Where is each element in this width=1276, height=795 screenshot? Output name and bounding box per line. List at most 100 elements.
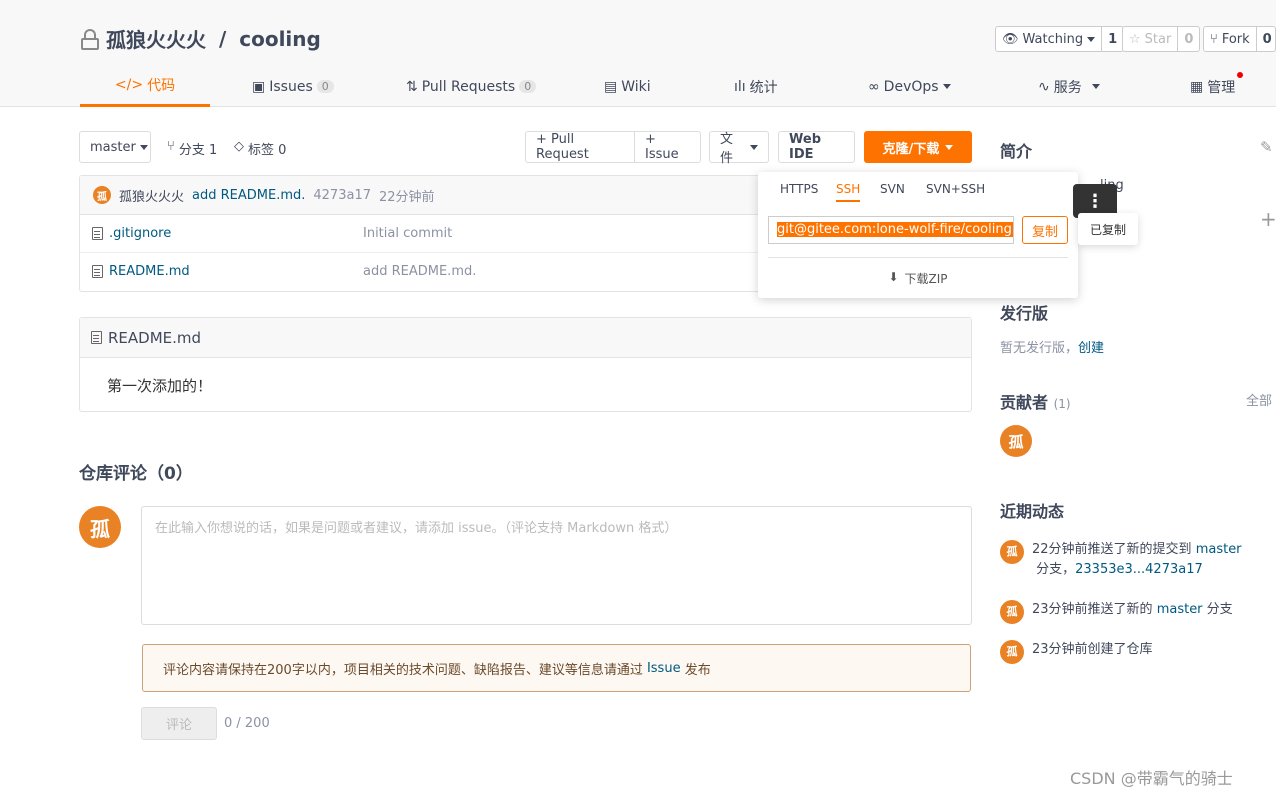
tab-svn-ssh[interactable]: SVN+SSH xyxy=(926,182,985,200)
star-button[interactable]: ☆ Star xyxy=(1123,27,1179,51)
repo-title: 孤狼火火火 / cooling xyxy=(80,24,321,53)
contributors-all-link[interactable]: 全部 xyxy=(1246,390,1272,409)
file-commit-message[interactable]: Initial commit xyxy=(363,226,452,241)
plus-icon[interactable]: + xyxy=(1260,207,1276,231)
pulse-icon: ∿ xyxy=(1038,78,1050,95)
char-counter: 0 / 200 xyxy=(224,716,270,731)
branch-link[interactable]: master xyxy=(1157,602,1203,617)
wiki-icon: ▤ xyxy=(604,78,618,95)
web-ide-button[interactable]: Web IDE xyxy=(778,131,855,163)
fork-button-group[interactable]: ⑂ Fork 0 xyxy=(1203,26,1276,52)
tab-pull-requests[interactable]: ⇅ Pull Requests 0 xyxy=(406,66,537,107)
list-item: 孤 23分钟前推送了新的 master 分支 xyxy=(1000,600,1270,624)
download-icon: ⬇ xyxy=(888,270,899,284)
contributors-count: (1) xyxy=(1053,397,1071,411)
release-title: 发行版 xyxy=(1000,304,1049,323)
file-commit-message[interactable]: add README.md. xyxy=(363,264,476,279)
fork-button[interactable]: ⑂ Fork xyxy=(1204,27,1257,51)
avatar[interactable]: 孤 xyxy=(93,186,111,204)
chevron-down-icon xyxy=(942,84,951,89)
readme-panel: README.md 第一次添加的！ xyxy=(79,317,972,412)
file-name-link[interactable]: README.md xyxy=(109,264,190,279)
lock-icon xyxy=(80,28,100,50)
repo-name-link[interactable]: cooling xyxy=(239,27,321,51)
tab-code[interactable]: </> 代码 xyxy=(80,66,210,107)
tab-wiki[interactable]: ▤ Wiki xyxy=(604,66,651,107)
new-issue-button[interactable]: + Issue xyxy=(634,131,701,163)
avatar[interactable]: 孤 xyxy=(1000,640,1024,664)
manage-icon: ▦ xyxy=(1190,78,1204,95)
chevron-down-icon xyxy=(139,144,148,150)
compare-link[interactable]: 23353e3...4273a17 xyxy=(1075,562,1203,577)
list-item: 孤 23分钟前创建了仓库 xyxy=(1000,640,1270,664)
branch-link[interactable]: master xyxy=(1196,542,1242,557)
avatar[interactable]: 孤 xyxy=(1000,540,1024,564)
watch-button-group[interactable]: 👁 Watching 1 xyxy=(995,26,1125,52)
commit-time: 22分钟前 xyxy=(378,189,435,205)
star-button-group[interactable]: ☆ Star 0 xyxy=(1122,26,1201,52)
commit-author[interactable]: 孤狼火火火 xyxy=(119,186,184,205)
watch-button[interactable]: 👁 Watching xyxy=(996,27,1103,51)
new-pull-request-button[interactable]: + Pull Request xyxy=(525,131,635,163)
tab-stats[interactable]: ılı 统计 xyxy=(734,66,778,107)
edit-icon[interactable]: ✎ xyxy=(1260,138,1273,156)
intro-title: 简介 xyxy=(1000,142,1033,161)
notification-dot xyxy=(1237,72,1244,78)
tab-https[interactable]: HTTPS xyxy=(780,182,818,200)
file-menu-button[interactable]: 文件 xyxy=(709,131,769,166)
clone-dropdown: HTTPS SSH SVN SVN+SSH git@gitee.com:lone… xyxy=(758,172,1078,298)
avatar[interactable]: 孤 xyxy=(1000,600,1024,624)
create-release-link[interactable]: 创建 xyxy=(1078,341,1104,356)
star-count[interactable]: 0 xyxy=(1178,27,1199,51)
activity-title: 近期动态 xyxy=(1000,502,1065,521)
code-icon: </> xyxy=(114,77,144,93)
clone-url-input[interactable]: git@gitee.com:lone-wolf-fire/cooling.git xyxy=(768,216,1014,244)
tab-devops[interactable]: ∞ DevOps xyxy=(868,66,951,107)
eye-icon: 👁 xyxy=(1002,31,1019,47)
bar-chart-icon: ılı xyxy=(734,78,746,95)
watermark: CSDN @带霸气的骑士 xyxy=(1070,769,1233,788)
chevron-down-icon xyxy=(945,144,954,150)
divider xyxy=(768,257,1068,258)
star-icon: ☆ xyxy=(1129,31,1141,47)
tab-manage[interactable]: ▦ 管理 xyxy=(1190,66,1244,107)
readme-title: README.md xyxy=(108,328,202,347)
fork-count[interactable]: 0 xyxy=(1257,27,1275,51)
pull-request-icon: ⇅ xyxy=(406,78,418,95)
copy-button[interactable]: 复制 xyxy=(1022,216,1068,244)
tab-svn[interactable]: SVN xyxy=(880,182,905,200)
chevron-down-icon xyxy=(750,144,758,150)
readme-content: 第一次添加的！ xyxy=(107,377,213,395)
tab-ssh[interactable]: SSH xyxy=(836,182,861,202)
commit-message[interactable]: add README.md. xyxy=(192,188,305,203)
issue-link[interactable]: Issue xyxy=(647,661,681,676)
tag-icon: ◇ xyxy=(234,139,244,154)
issues-count-badge: 0 xyxy=(316,80,334,93)
pulls-count-badge: 0 xyxy=(519,80,537,93)
comment-notice: 评论内容请保持在200字以内，项目相关的技术问题、缺陷报告、建议等信息请通过 I… xyxy=(142,644,971,692)
watch-count[interactable]: 1 xyxy=(1102,27,1123,51)
tab-services[interactable]: ∿ 服务 xyxy=(1038,66,1100,107)
chevron-down-icon xyxy=(1087,36,1096,42)
branch-icon: ⑂ xyxy=(167,139,175,154)
repo-nav-tabs: </> 代码 ▣ Issues 0 ⇅ Pull Requests 0 ▤ Wiki ılı… xyxy=(80,66,1276,107)
avatar: 孤 xyxy=(79,506,121,548)
submit-comment-button[interactable]: 评论 xyxy=(141,707,217,740)
branches-link[interactable]: ⑂ 分支 1 xyxy=(167,139,217,158)
release-info: 暂无发行版，创建 xyxy=(1000,341,1105,356)
repo-header: 孤狼火火火 / cooling 👁 Watching 1 ☆ Star 0 ⑂ For… xyxy=(0,0,1276,107)
tags-link[interactable]: ◇ 标签 0 xyxy=(234,139,286,158)
fork-icon: ⑂ xyxy=(1210,31,1218,47)
file-name-link[interactable]: .gitignore xyxy=(109,226,171,241)
comment-textarea[interactable]: 在此输入你想说的话，如果是问题或者建议，请添加 issue。（评论支持 Mark… xyxy=(141,506,972,625)
comments-title: 仓库评论（0） xyxy=(79,464,193,484)
repo-owner-link[interactable]: 孤狼火火火 xyxy=(106,24,206,53)
tab-issues[interactable]: ▣ Issues 0 xyxy=(252,66,334,107)
contributor-avatar[interactable]: 孤 xyxy=(1000,425,1032,457)
branch-select[interactable]: master xyxy=(79,131,151,163)
commit-hash[interactable]: 4273a17 xyxy=(313,188,371,203)
clone-download-button[interactable]: 克隆/下载 xyxy=(864,131,972,163)
download-zip-link[interactable]: ⬇ 下载ZIP xyxy=(758,270,1078,287)
chevron-down-icon xyxy=(1091,84,1100,89)
repo-separator: / xyxy=(212,26,234,51)
